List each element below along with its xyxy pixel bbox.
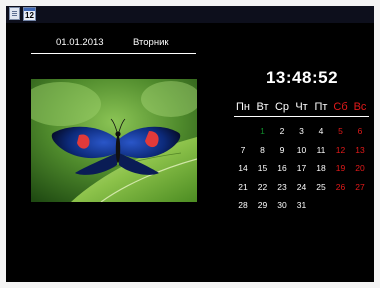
calendar-day[interactable]: 2 [273, 125, 291, 137]
calendar-day[interactable]: 13 [351, 144, 369, 156]
document-icon[interactable] [9, 7, 20, 20]
weekday-mon: Пн [236, 101, 250, 113]
calendar-day[interactable]: 16 [273, 162, 291, 174]
calendar-day[interactable]: 20 [351, 162, 369, 174]
calendar-day[interactable]: 12 [332, 144, 350, 156]
calendar-day[interactable]: 8 [254, 144, 272, 156]
calendar-day[interactable]: 10 [293, 144, 311, 156]
photo-frame-screen: 12 01.01.2013 Вторник 13:48:52 Пн Вт Ср … [6, 6, 374, 282]
weekday-tue: Вт [256, 101, 269, 113]
calendar-day[interactable]: 11 [312, 144, 330, 156]
current-weekday: Вторник [133, 37, 169, 48]
calendar-day[interactable]: 29 [254, 199, 272, 211]
calendar-day[interactable]: 7 [234, 144, 252, 156]
calendar-day[interactable]: 18 [312, 162, 330, 174]
weekday-sat: Сб [333, 101, 348, 113]
calendar-day[interactable]: 9 [273, 144, 291, 156]
calendar-day[interactable]: 14 [234, 162, 252, 174]
weekday-sun: Вс [353, 101, 367, 113]
calendar-day[interactable]: 1 [254, 125, 272, 137]
date-underline [31, 53, 196, 54]
weekday-thu: Чт [295, 101, 308, 113]
calendar-day[interactable]: 19 [332, 162, 350, 174]
calendar-day[interactable]: 3 [293, 125, 311, 137]
calendar-icon[interactable]: 12 [23, 7, 36, 21]
calendar-icon-day: 12 [25, 11, 34, 20]
taskbar: 12 [6, 6, 374, 23]
clock-time: 13:48:52 [265, 68, 339, 87]
weekday-fri: Пт [314, 101, 328, 113]
calendar-day[interactable]: 5 [332, 125, 350, 137]
calendar-day[interactable]: 31 [293, 199, 311, 211]
calendar-day[interactable]: 23 [273, 181, 291, 193]
calendar-day[interactable]: 24 [293, 181, 311, 193]
calendar-header-underline [234, 116, 369, 117]
calendar-day[interactable]: 17 [293, 162, 311, 174]
current-date: 01.01.2013 [56, 37, 104, 48]
calendar-day[interactable]: 4 [312, 125, 330, 137]
butterfly-photo [31, 79, 197, 202]
calendar-day[interactable]: 30 [273, 199, 291, 211]
calendar-day[interactable]: 25 [312, 181, 330, 193]
calendar-day[interactable]: 27 [351, 181, 369, 193]
calendar-day[interactable]: 22 [254, 181, 272, 193]
calendar-day[interactable]: 26 [332, 181, 350, 193]
calendar-day[interactable]: 21 [234, 181, 252, 193]
weekday-wed: Ср [274, 101, 290, 113]
calendar-day[interactable]: 6 [351, 125, 369, 137]
calendar-day[interactable]: 28 [234, 199, 252, 211]
calendar-day[interactable]: 15 [254, 162, 272, 174]
